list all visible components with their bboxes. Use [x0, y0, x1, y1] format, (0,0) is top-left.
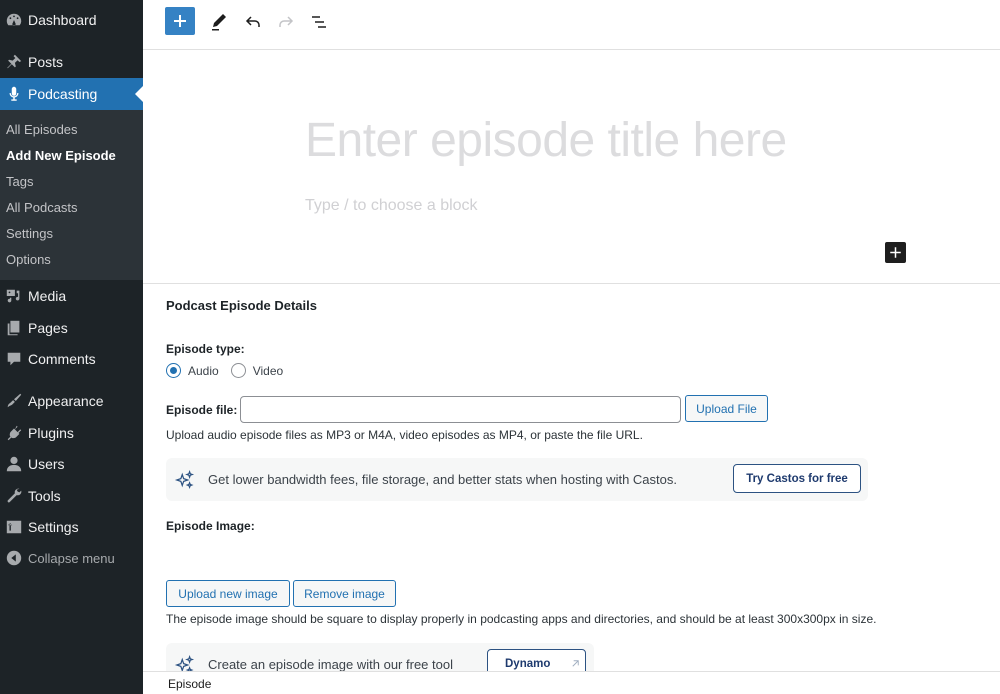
collapse-icon [4, 548, 24, 568]
menu-label: Comments [28, 351, 96, 367]
episode-type-radio-group: Audio Video [166, 363, 295, 378]
upload-new-image-button[interactable]: Upload new image [166, 580, 290, 607]
menu-item-users[interactable]: Users [0, 448, 143, 480]
menu-item-podcasting[interactable]: Podcasting [0, 78, 143, 110]
radio-video[interactable] [230, 363, 246, 378]
menu-label: Podcasting [28, 86, 98, 102]
plugin-icon [4, 423, 24, 443]
redo-button[interactable] [270, 8, 302, 36]
radio-audio[interactable] [166, 363, 181, 378]
pencil-icon [212, 14, 226, 31]
metabox-title: Podcast Episode Details [166, 298, 317, 313]
plus-icon [174, 15, 186, 27]
menu-item-appearance[interactable]: Appearance [0, 385, 143, 417]
episode-file-input[interactable] [240, 396, 681, 423]
castos-promo-banner: Get lower bandwidth fees, file storage, … [166, 458, 868, 501]
episode-image-help: The episode image should be square to di… [166, 612, 877, 626]
episode-title-input[interactable]: Enter episode title here [305, 113, 787, 168]
submenu-add-new-episode[interactable]: Add New Episode [0, 142, 143, 168]
remove-image-button[interactable]: Remove image [293, 580, 396, 607]
user-icon [4, 454, 24, 474]
castos-promo-text: Get lower bandwidth fees, file storage, … [208, 472, 677, 487]
comment-icon [4, 349, 24, 369]
submenu-all-episodes[interactable]: All Episodes [0, 116, 143, 142]
episode-file-label: Episode file: [166, 403, 238, 417]
menu-label: Tools [28, 488, 61, 504]
menu-label: Posts [28, 54, 64, 70]
episode-type-label: Episode type: [166, 342, 245, 356]
settings-icon [4, 517, 24, 537]
document-overview-button[interactable] [303, 8, 335, 36]
menu-label: Users [28, 456, 65, 472]
plus-icon [890, 247, 901, 258]
podcast-episode-details-metabox: Podcast Episode Details Episode type: Au… [143, 283, 1000, 671]
submenu-settings[interactable]: Settings [0, 220, 143, 246]
dynamo-button-label: Dynamo [505, 657, 551, 670]
editor-toolbar [143, 0, 1000, 50]
dynamo-promo-banner: Create an episode image with our free to… [166, 643, 594, 671]
episode-file-help: Upload audio episode files as MP3 or M4A… [166, 428, 643, 442]
menu-item-tools[interactable]: Tools [0, 480, 143, 512]
episode-image-label: Episode Image: [166, 519, 255, 533]
editor-footer-breadcrumb: Episode [143, 671, 1000, 694]
pages-icon [4, 318, 24, 338]
undo-button[interactable] [237, 8, 269, 36]
menu-item-plugins[interactable]: Plugins [0, 417, 143, 449]
wrench-icon [4, 486, 24, 506]
add-block-button[interactable] [165, 7, 195, 35]
dashboard-icon [4, 10, 24, 30]
block-placeholder[interactable]: Type / to choose a block [305, 197, 478, 215]
podcasting-submenu: All Episodes Add New Episode Tags All Po… [0, 110, 143, 280]
radio-audio-label[interactable]: Audio [188, 364, 219, 378]
pin-icon [4, 52, 24, 72]
submenu-options[interactable]: Options [0, 246, 143, 272]
menu-item-dashboard[interactable]: Dashboard [0, 4, 143, 36]
microphone-icon [4, 84, 24, 104]
tools-button[interactable] [203, 8, 235, 36]
redo-icon [279, 16, 294, 27]
menu-item-settings[interactable]: Settings [0, 511, 143, 543]
menu-item-pages[interactable]: Pages [0, 312, 143, 344]
paintbrush-icon [4, 391, 24, 411]
admin-sidebar: Dashboard Posts Podcasting All Episodes … [0, 0, 143, 694]
submenu-all-podcasts[interactable]: All Podcasts [0, 194, 143, 220]
external-link-icon [572, 660, 580, 667]
radio-video-label[interactable]: Video [253, 364, 283, 378]
menu-item-media[interactable]: Media [0, 280, 143, 312]
menu-label: Media [28, 288, 67, 304]
menu-label: Pages [28, 320, 68, 336]
sparkles-icon [174, 469, 195, 489]
dynamo-promo-text: Create an episode image with our free to… [208, 657, 453, 671]
breadcrumb-episode[interactable]: Episode [168, 677, 211, 691]
menu-item-comments[interactable]: Comments [0, 343, 143, 375]
undo-icon [245, 16, 260, 27]
dynamo-button[interactable]: Dynamo [487, 649, 586, 671]
menu-label: Collapse menu [28, 550, 115, 566]
menu-label: Plugins [28, 425, 74, 441]
list-view-icon [312, 16, 326, 28]
try-castos-button[interactable]: Try Castos for free [733, 464, 861, 493]
collapse-menu-button[interactable]: Collapse menu [0, 542, 143, 574]
editor-canvas: Enter episode title here Type / to choos… [143, 51, 1000, 284]
menu-label: Dashboard [28, 12, 97, 28]
upload-file-button[interactable]: Upload File [685, 395, 768, 422]
media-icon [4, 286, 24, 306]
block-inserter-button[interactable] [885, 242, 906, 263]
menu-item-posts[interactable]: Posts [0, 46, 143, 78]
menu-label: Settings [28, 519, 79, 535]
menu-label: Appearance [28, 393, 104, 409]
submenu-tags[interactable]: Tags [0, 168, 143, 194]
sparkles-icon [174, 654, 195, 671]
